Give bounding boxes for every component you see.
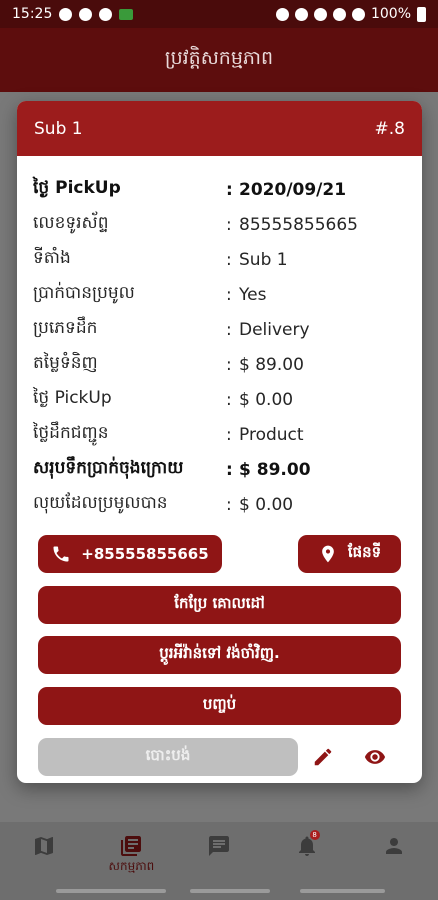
detail-row: ទីតាំង : Sub 1 — [33, 242, 422, 277]
alarm-icon — [275, 7, 289, 21]
call-phone-label: +85555855665 — [81, 545, 209, 563]
chat-icon — [208, 836, 229, 856]
finish-label: បញ្ចប់ — [202, 695, 237, 713]
notification-icon — [59, 7, 73, 21]
order-number: #.8 — [374, 118, 405, 139]
detail-value: 85555855665 — [239, 214, 358, 235]
detail-label: ប្រភេទដឹក — [33, 318, 98, 338]
detail-value: $ 89.00 — [239, 354, 304, 375]
detail-colon: : — [226, 179, 233, 200]
return-to-waiting-button[interactable]: ប្ដូរអីវ៉ាន់ទៅ វង់ចាំវិញ. — [38, 636, 401, 674]
detail-value: Product — [239, 424, 304, 445]
detail-row: លុយដែលប្រមូលបាន : $ 0.00 — [33, 487, 422, 522]
nav-activity[interactable]: សកម្មភាព — [96, 834, 166, 876]
page-title: ប្រវត្តិសកម្មភាព — [164, 47, 274, 69]
detail-colon: : — [226, 249, 232, 270]
nav-activity-label: សកម្មភាព — [108, 859, 155, 873]
detail-label: ថ្ងៃ PickUp — [33, 178, 121, 198]
activity-icon — [121, 836, 142, 856]
gesture-bar-left — [56, 889, 166, 893]
silent-icon — [294, 7, 308, 21]
battery-icon — [417, 6, 426, 22]
detail-row: សរុបទឹកប្រាក់ចុងក្រោយ : $ 89.00 — [33, 452, 422, 487]
detail-value: Delivery — [239, 319, 310, 340]
detail-row: ប្រភេទដឹក : Delivery — [33, 312, 422, 347]
nav-chat[interactable] — [184, 834, 254, 858]
detail-row: ថ្លៃដឹកជញ្ជូន : Product — [33, 417, 422, 452]
detail-colon: : — [226, 319, 232, 340]
map-icon — [34, 837, 53, 855]
detail-row: លេខទូរស័ព្ទ : 85555855665 — [33, 207, 422, 242]
map-button[interactable]: ផែនទី — [298, 535, 401, 573]
edit-button[interactable] — [308, 742, 338, 772]
app-icon — [119, 8, 134, 20]
status-bar: 15:25 100% — [0, 0, 438, 28]
cancel-label: បោះបង់ — [145, 746, 191, 764]
detail-label: លេខទូរស័ព្ទ — [33, 213, 109, 233]
messenger-icon — [79, 7, 93, 21]
detail-colon: : — [226, 214, 232, 235]
wifi-icon — [332, 7, 346, 21]
detail-label: តម្លៃទំនិញ — [33, 353, 98, 373]
detail-value: 2020/09/21 — [239, 179, 347, 200]
detail-colon: : — [226, 389, 232, 410]
phone-icon — [53, 546, 69, 562]
chat-bubble-icon — [99, 7, 113, 21]
detail-label: ថ្លៃដឹកជញ្ជូន — [33, 423, 109, 443]
notification-badge: 8 — [309, 830, 320, 840]
detail-value: $ 0.00 — [239, 389, 294, 410]
detail-row: ប្រាក់បានប្រមូល : Yes — [33, 277, 422, 312]
detail-list: ថ្ងៃ PickUp : 2020/09/21 លេខទូរស័ព្ទ : 8… — [17, 156, 422, 522]
order-detail-dialog: Sub 1 #.8 ថ្ងៃ PickUp : 2020/09/21 លេខទូ… — [17, 101, 422, 783]
detail-colon: : — [226, 494, 232, 515]
detail-colon: : — [226, 354, 232, 375]
eye-icon — [364, 750, 386, 764]
nav-notifications[interactable]: 8 — [272, 830, 342, 858]
dialog-title: Sub 1 — [34, 118, 83, 139]
status-time: 15:25 — [12, 6, 53, 22]
detail-colon: : — [226, 424, 232, 445]
return-to-waiting-label: ប្ដូរអីវ៉ាន់ទៅ វង់ចាំវិញ. — [159, 644, 280, 662]
detail-colon: : — [226, 459, 233, 480]
view-button[interactable] — [360, 742, 390, 772]
location-icon — [313, 7, 327, 21]
nav-map[interactable] — [9, 834, 79, 858]
gesture-bar-right — [300, 889, 385, 893]
detail-label: សរុបទឹកប្រាក់ចុងក្រោយ — [33, 458, 184, 478]
detail-row: តម្លៃទំនិញ : $ 89.00 — [33, 347, 422, 382]
detail-label: លុយដែលប្រមូលបាន — [33, 493, 168, 513]
location-pin-icon — [321, 545, 334, 563]
detail-value: Sub 1 — [239, 249, 288, 270]
gesture-bar-center — [190, 889, 270, 893]
call-phone-button[interactable]: +85555855665 — [38, 535, 222, 573]
detail-value: Yes — [239, 284, 267, 305]
edit-destination-button[interactable]: កែប្រែ គោលដៅ — [38, 586, 401, 624]
detail-row: ថ្ងៃ PickUp : $ 0.00 — [33, 382, 422, 417]
detail-label: ថ្ងៃ PickUp — [33, 388, 112, 408]
person-icon — [386, 838, 403, 854]
detail-value: $ 0.00 — [239, 494, 294, 515]
detail-colon: : — [226, 284, 232, 305]
detail-label: ប្រាក់បានប្រមូល — [33, 283, 135, 303]
map-label: ផែនទី — [347, 543, 382, 561]
cancel-button[interactable]: បោះបង់ — [38, 738, 298, 776]
app-bar: ប្រវត្តិសកម្មភាព — [0, 28, 438, 92]
pencil-icon — [314, 748, 332, 766]
signal-icon — [351, 7, 365, 21]
detail-value: $ 89.00 — [239, 459, 311, 480]
detail-row: ថ្ងៃ PickUp : 2020/09/21 — [33, 172, 422, 207]
battery-percent: 100% — [370, 6, 411, 22]
edit-destination-label: កែប្រែ គោលដៅ — [174, 594, 265, 612]
detail-label: ទីតាំង — [33, 248, 71, 268]
finish-button[interactable]: បញ្ចប់ — [38, 687, 401, 725]
dialog-header: Sub 1 #.8 — [17, 101, 422, 156]
nav-profile[interactable] — [359, 834, 429, 858]
